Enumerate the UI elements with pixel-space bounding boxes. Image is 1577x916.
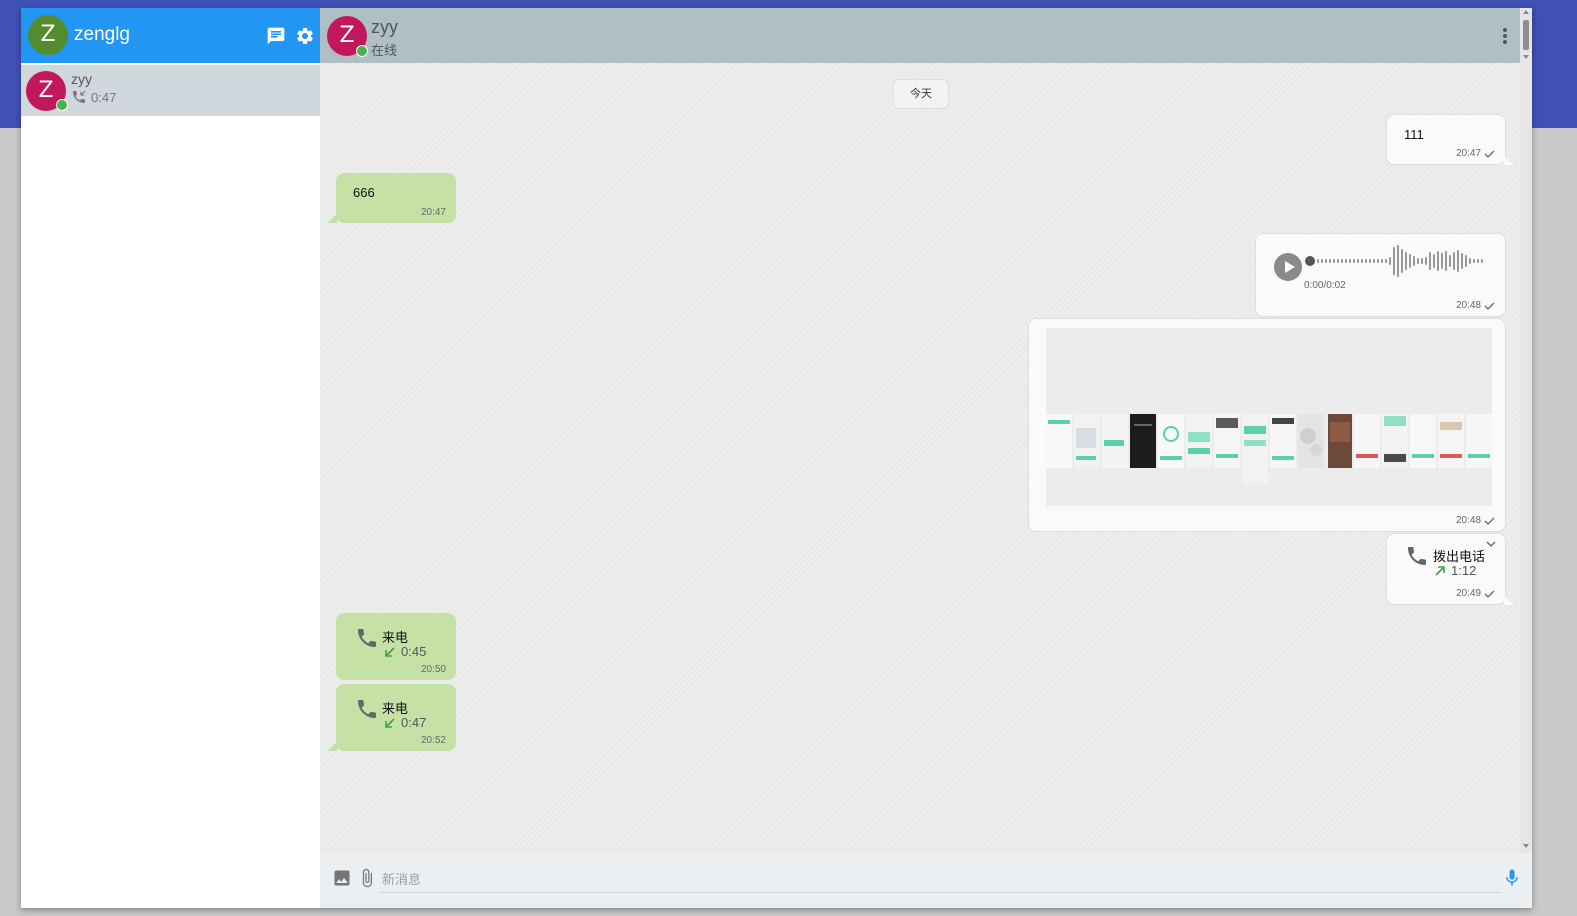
message-in-text[interactable]: 666 20:47	[327, 173, 456, 223]
sent-check-icon	[1484, 517, 1495, 525]
settings-icon[interactable]	[295, 26, 315, 46]
call-duration: 0:45	[384, 644, 426, 659]
more-options-icon[interactable]	[1500, 25, 1510, 47]
play-icon	[1285, 261, 1295, 273]
chat-header: Z zyy 在线	[320, 8, 1520, 63]
scroll-up-arrow[interactable]	[1523, 10, 1529, 14]
message-time-text: 20:47	[1455, 148, 1481, 159]
peer-name: zyy	[371, 17, 398, 37]
contact-last-duration: 0:47	[91, 89, 117, 105]
message-time: 20:52	[421, 735, 446, 746]
messenger-app: Z zenglg Z zyy 0:47 Z zyy 在线 今天 111 20:4…	[21, 8, 1532, 908]
chat-panel: Z zyy 在线 今天 111 20:47 666 20:47 0:00/0:0…	[320, 8, 1532, 908]
message-input[interactable]	[380, 866, 1502, 893]
message-time: 20:47	[1456, 148, 1495, 159]
peer-online-indicator	[356, 45, 368, 57]
message-text: 666	[353, 185, 375, 200]
scroll-thumb[interactable]	[1523, 20, 1529, 50]
online-indicator	[56, 99, 68, 111]
chevron-down-icon[interactable]	[1485, 540, 1497, 548]
phone-icon	[358, 700, 376, 718]
call-duration-text: 0:45	[401, 644, 427, 659]
sidebar: Z zenglg Z zyy 0:47	[21, 8, 320, 908]
user-name: zenglg	[74, 24, 130, 45]
sidebar-header: Z zenglg	[21, 8, 320, 63]
message-time: 20:47	[421, 207, 446, 218]
bubble-tail	[327, 214, 337, 223]
outgoing-arrow-icon	[1435, 565, 1445, 576]
voice-duration: 0:00/0:02	[1304, 280, 1346, 291]
incoming-arrow-icon	[385, 717, 395, 728]
incoming-call-icon	[73, 90, 86, 103]
message-time: 20:50	[421, 664, 446, 675]
message-time-text: 20:48	[1455, 300, 1481, 311]
phone-icon	[1408, 547, 1426, 565]
sent-check-icon	[1484, 302, 1495, 310]
message-composer	[320, 853, 1532, 908]
mic-icon[interactable]	[1502, 868, 1522, 888]
design-mockup-thumbnail	[1046, 328, 1492, 506]
new-chat-icon[interactable]	[266, 26, 286, 46]
user-avatar[interactable]: Z	[28, 15, 68, 55]
image-icon[interactable]	[332, 868, 352, 888]
message-out-call[interactable]: 拨出电话 1:12 20:49	[1386, 533, 1514, 605]
message-out-image[interactable]: 20:48	[1028, 318, 1506, 532]
attach-icon[interactable]	[357, 868, 377, 888]
message-time: 20:48	[1456, 515, 1495, 526]
message-in-call[interactable]: 来电 0:47 20:52	[327, 684, 456, 751]
call-duration-text: 0:47	[401, 715, 427, 730]
bubble-tail	[327, 742, 337, 751]
scroll-down-arrow[interactable]	[1523, 55, 1529, 59]
call-duration: 0:47	[384, 715, 426, 730]
chat-scrollbar[interactable]	[1520, 8, 1532, 853]
message-list[interactable]: 今天 111 20:47 666 20:47 0:00/0:02 20:48 2…	[320, 63, 1520, 853]
incoming-arrow-icon	[385, 646, 395, 657]
voice-waveform[interactable]	[1304, 244, 1490, 280]
bubble-tail	[1504, 596, 1514, 605]
message-time-text: 20:49	[1455, 588, 1481, 599]
image-attachment[interactable]	[1046, 328, 1492, 506]
message-time: 20:49	[1456, 588, 1495, 599]
contact-item-zyy[interactable]: Z zyy 0:47	[21, 65, 320, 116]
play-button[interactable]	[1274, 253, 1302, 281]
bubble-tail	[1504, 156, 1514, 165]
contact-name: zyy	[71, 71, 92, 87]
message-out-voice[interactable]: 0:00/0:02 20:48	[1255, 233, 1506, 317]
call-duration: 1:12	[1434, 563, 1476, 578]
message-time-text: 20:47	[420, 207, 446, 218]
message-time-text: 20:52	[420, 735, 446, 746]
message-out-text[interactable]: 111 20:47	[1386, 114, 1514, 165]
peer-status: 在线	[371, 43, 398, 58]
sent-check-icon	[1484, 590, 1495, 598]
call-duration-text: 1:12	[1451, 563, 1477, 578]
scroll-bottom-arrow[interactable]	[1523, 844, 1529, 848]
sent-check-icon	[1484, 150, 1495, 158]
message-time: 20:48	[1456, 300, 1495, 311]
message-time-text: 20:50	[420, 664, 446, 675]
date-separator: 今天	[893, 79, 949, 109]
message-text: 111	[1404, 127, 1424, 142]
phone-icon	[358, 629, 376, 647]
contact-last-message: 0:47	[71, 89, 116, 105]
message-time-text: 20:48	[1455, 515, 1481, 526]
message-in-call[interactable]: 来电 0:45 20:50	[336, 613, 456, 680]
